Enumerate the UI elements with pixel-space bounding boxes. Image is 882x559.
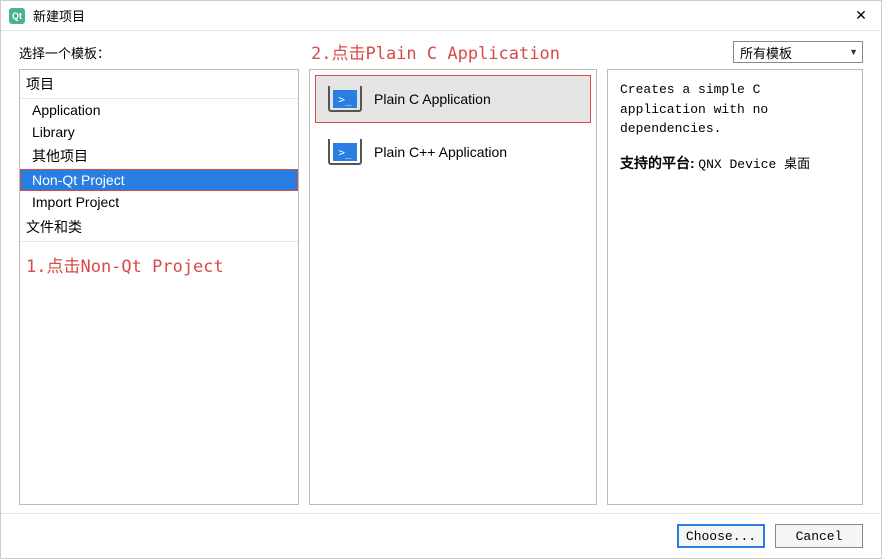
qt-app-icon: Qt	[9, 8, 25, 24]
titlebar: Qt 新建项目 ✕	[1, 1, 881, 31]
terminal-icon: >_	[328, 139, 362, 165]
template-label: Plain C++ Application	[374, 144, 507, 160]
terminal-icon: >_	[328, 86, 362, 112]
platforms-row: 支持的平台: QNX Device 桌面	[620, 153, 850, 173]
template-filter-select[interactable]: 所有模板	[733, 41, 863, 63]
template-label: Plain C Application	[374, 91, 491, 107]
platforms-value: QNX Device 桌面	[698, 157, 810, 172]
category-header-projects: 项目	[20, 70, 298, 99]
annotation-step1: 1.点击Non-Qt Project	[20, 242, 298, 287]
content-area: 项目 Application Library 其他项目 Non-Qt Proje…	[1, 69, 881, 513]
top-row: 选择一个模板： 2.点击Plain C Application 所有模板	[1, 31, 881, 69]
category-panel: 项目 Application Library 其他项目 Non-Qt Proje…	[19, 69, 299, 505]
template-item-plain-c[interactable]: >_ Plain C Application	[315, 75, 591, 123]
platforms-label: 支持的平台:	[620, 155, 695, 171]
dialog-footer: Choose... Cancel	[1, 513, 881, 558]
template-item-plain-cpp[interactable]: >_ Plain C++ Application	[316, 129, 590, 175]
category-item-library[interactable]: Library	[20, 121, 298, 143]
template-filter-value: 所有模板	[740, 43, 792, 62]
category-header-files: 文件和类	[20, 213, 298, 242]
template-description: Creates a simple C application with no d…	[620, 80, 850, 139]
choose-template-label: 选择一个模板：	[19, 43, 110, 62]
category-item-non-qt[interactable]: Non-Qt Project	[20, 169, 298, 191]
cancel-button[interactable]: Cancel	[775, 524, 863, 548]
close-icon[interactable]: ✕	[849, 4, 873, 28]
category-item-application[interactable]: Application	[20, 99, 298, 121]
choose-button[interactable]: Choose...	[677, 524, 765, 548]
new-project-dialog: Qt 新建项目 ✕ 选择一个模板： 2.点击Plain C Applicatio…	[0, 0, 882, 559]
annotation-step2: 2.点击Plain C Application	[311, 39, 560, 64]
category-item-other[interactable]: 其他项目	[20, 143, 298, 169]
category-item-import[interactable]: Import Project	[20, 191, 298, 213]
description-panel: Creates a simple C application with no d…	[607, 69, 863, 505]
window-title: 新建项目	[33, 6, 849, 25]
template-panel: >_ Plain C Application >_ Plain C++ Appl…	[309, 69, 597, 505]
